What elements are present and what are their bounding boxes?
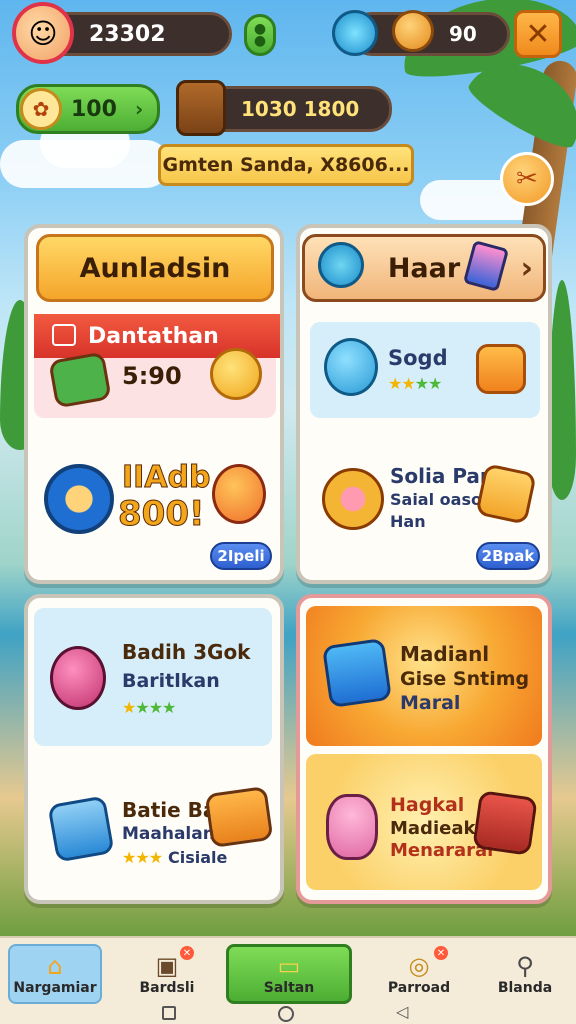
panel-title: Haar — [387, 252, 461, 284]
pink-character-icon — [326, 794, 378, 860]
dino-icon — [318, 242, 364, 288]
map-board-icon — [204, 785, 274, 849]
nav-item-home[interactable]: ⌂ Nargamiar — [8, 944, 102, 1004]
red-banner-text: Dantathan — [88, 323, 219, 349]
item-subtitle: Saial oaso — [390, 490, 482, 509]
item-title: Hagkal — [390, 794, 465, 816]
chevron-right-icon: › — [520, 250, 533, 286]
panel-bottom-left: Badih 3Gok Baritlkan ★★★★ Batie Bae Maah… — [24, 594, 284, 904]
nav-label: Blanda — [497, 980, 553, 996]
home-icon: ⌂ — [47, 952, 63, 980]
item-name: Badih 3Gok — [122, 640, 251, 664]
chest-value: 1030 1800 — [241, 97, 360, 121]
notification-badge: ✕ — [180, 946, 194, 960]
image-icon — [52, 324, 76, 346]
item-subtitle: Maral — [400, 692, 461, 714]
player-avatar[interactable]: ☺ — [12, 2, 74, 64]
chick-icon — [212, 464, 266, 524]
panel-title-button[interactable]: Aunladsin — [36, 234, 274, 302]
star-rating: ★★★ — [122, 848, 163, 867]
nav-label: Saltan — [263, 980, 315, 996]
panel-action-button[interactable]: 2Ipeli — [210, 542, 272, 570]
nav-label: Nargamiar — [13, 980, 97, 996]
close-button[interactable]: ✕ — [514, 10, 562, 58]
item-subtitle: Maahalan — [122, 824, 215, 844]
item-subtitle: Han — [390, 512, 426, 531]
dots-icon: ● ● — [253, 21, 267, 49]
blue-box-icon — [321, 637, 393, 709]
gems-value: 90 — [449, 22, 477, 46]
nav-item-pin[interactable]: ⚲ Blanda — [478, 944, 572, 1004]
close-icon: ✕ — [525, 16, 551, 52]
event-banner-text: Gmten Sanda, X8606... — [162, 154, 410, 176]
ticket-icon: ▭ — [277, 952, 301, 980]
item-subtitle: Madieak — [390, 818, 476, 839]
options-button[interactable]: ● ● — [244, 14, 276, 56]
bottom-nav: ⌂ Nargamiar ▣ Bardsli ✕ ▭ Saltan ◎ Parro… — [0, 936, 576, 1006]
system-nav-bar: ◁ — [0, 1002, 576, 1024]
item-name: Solia Pan — [390, 464, 495, 488]
timer: 5:90 — [122, 362, 182, 390]
recents-icon[interactable] — [162, 1006, 176, 1020]
box-icon: ▣ — [155, 952, 179, 980]
star-rating: ★★★★ — [388, 374, 442, 393]
panel-title: Aunladsin — [79, 252, 231, 284]
nav-label: Parroad — [387, 980, 451, 996]
map-icon — [475, 463, 537, 525]
player-score: 23302 — [89, 21, 166, 47]
panel-bottom-right: Madianl Gise Sntimg Maral Hagkal Madieak… — [296, 594, 552, 904]
coins-icon: ◎ — [408, 952, 430, 980]
avatar-face-icon: ☺ — [28, 16, 58, 50]
chevron-right-icon: › — [134, 97, 144, 121]
panel-action-label: 2Ipeli — [217, 547, 265, 565]
settings-button[interactable]: ✂ — [500, 152, 554, 206]
book-icon — [472, 790, 538, 856]
coin-icon — [210, 348, 262, 400]
blue-creature-icon — [324, 338, 378, 396]
home-circle-icon[interactable] — [278, 1006, 294, 1022]
acorn-icon — [392, 10, 434, 52]
compass-icon — [44, 464, 114, 534]
notification-badge: ✕ — [434, 946, 448, 960]
candy-icon — [322, 468, 384, 530]
squid-icon — [50, 646, 106, 710]
item-subtitle: Baritlkan — [122, 670, 220, 692]
item-title: Madianl — [400, 642, 490, 666]
map-scroll-icon — [48, 351, 112, 409]
item-subtitle: Gise Sntimg — [400, 668, 530, 690]
event-banner[interactable]: Gmten Sanda, X8606... — [158, 144, 414, 186]
nav-item-ticket[interactable]: ▭ Saltan — [226, 944, 352, 1004]
crossed-tools-icon: ✂ — [516, 164, 538, 194]
panel-top-right: Haar › Sogd ★★★★ Solia Pan Saial oaso Ha… — [296, 224, 552, 584]
back-icon[interactable]: ◁ — [396, 1002, 408, 1021]
nav-item-box[interactable]: ▣ Bardsli — [120, 944, 214, 1004]
orange-gift-icon — [476, 344, 526, 394]
panel-action-button[interactable]: 2Bpak — [476, 542, 540, 570]
pin-icon: ⚲ — [516, 952, 534, 980]
item-subtitle: Cisiale — [168, 848, 228, 867]
nav-item-coins[interactable]: ◎ Parroad — [372, 944, 466, 1004]
promo-text-line1: IIAdb — [122, 460, 211, 496]
item-name: Sogd — [388, 346, 448, 370]
panel-top-left: Aunladsin Dantathan 5:90 IIAdb 800! 2Ipe… — [24, 224, 284, 584]
leaf-icon: ✿ — [20, 88, 62, 130]
gem-icon — [332, 10, 378, 56]
star-rating: ★★★★ — [122, 698, 176, 717]
chest-icon — [176, 80, 226, 136]
palm-leaf — [548, 280, 576, 500]
nav-label: Bardsli — [139, 980, 195, 996]
promo-text-line2: 800! — [117, 494, 205, 535]
panel-action-label: 2Bpak — [481, 547, 535, 565]
checkbox-shield-icon — [47, 795, 115, 863]
currency-green-value: 100 — [71, 96, 117, 122]
